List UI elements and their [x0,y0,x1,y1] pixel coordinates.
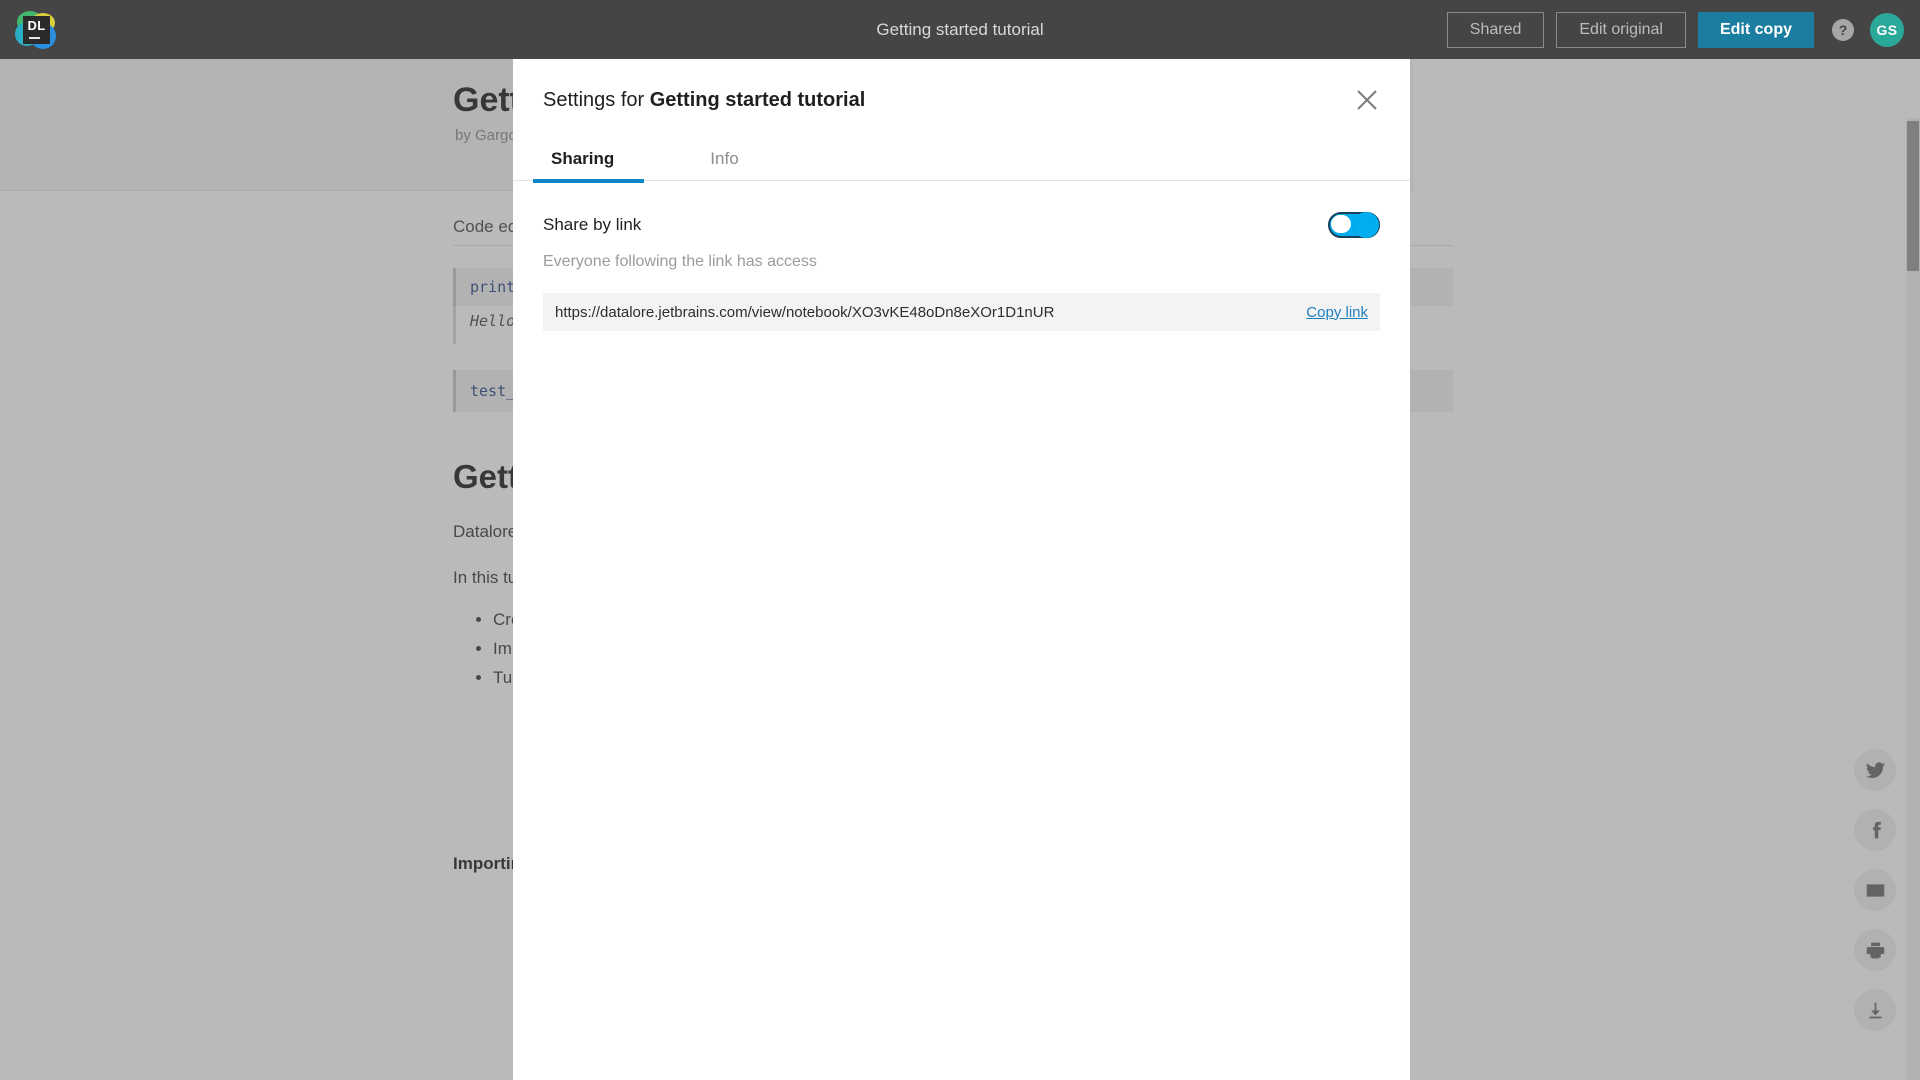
question-mark-icon[interactable]: ? [1832,18,1854,41]
logo-mark: DL [23,16,50,44]
modal-header: Settings for Getting started tutorial [513,59,1410,141]
edit-original-button[interactable]: Edit original [1556,11,1686,48]
share-link-row: https://datalore.jetbrains.com/view/note… [543,293,1380,331]
copy-link-button[interactable]: Copy link [1306,304,1368,321]
modal-body: Share by link Everyone following the lin… [513,181,1410,1080]
modal-title-name: Getting started tutorial [649,88,866,111]
modal-title: Settings for Getting started tutorial [543,89,865,112]
share-by-link-toggle[interactable] [1328,212,1380,238]
tab-sharing[interactable]: Sharing [532,149,645,183]
share-by-link-label: Share by link [543,215,642,234]
modal-tabs: Sharing Info [513,141,1410,183]
close-icon[interactable] [1350,83,1384,117]
toggle-knob [1353,212,1379,238]
header-actions: Shared Edit original Edit copy ? GS [1446,0,1904,59]
edit-copy-button[interactable]: Edit copy [1697,11,1814,48]
toggle-track-inner [1331,215,1351,233]
avatar[interactable]: GS [1870,12,1904,47]
settings-modal: Settings for Getting started tutorial Sh… [513,59,1410,1080]
logo-underbar [29,37,40,39]
datalore-logo-icon[interactable]: DL [14,9,56,51]
tab-info[interactable]: Info [702,149,746,180]
share-by-link-description: Everyone following the link has access [543,253,817,270]
logo-text: DL [27,18,46,33]
top-header-bar: DL Getting started tutorial Shared Edit … [0,0,1920,59]
share-link-url[interactable]: https://datalore.jetbrains.com/view/note… [555,304,1054,321]
shared-button[interactable]: Shared [1446,11,1545,48]
modal-title-prefix: Settings for [543,88,650,111]
share-by-link-row: Share by link [543,211,1380,239]
app-root: Getting started tutorial by Gargoyle Cod… [0,0,1920,1080]
